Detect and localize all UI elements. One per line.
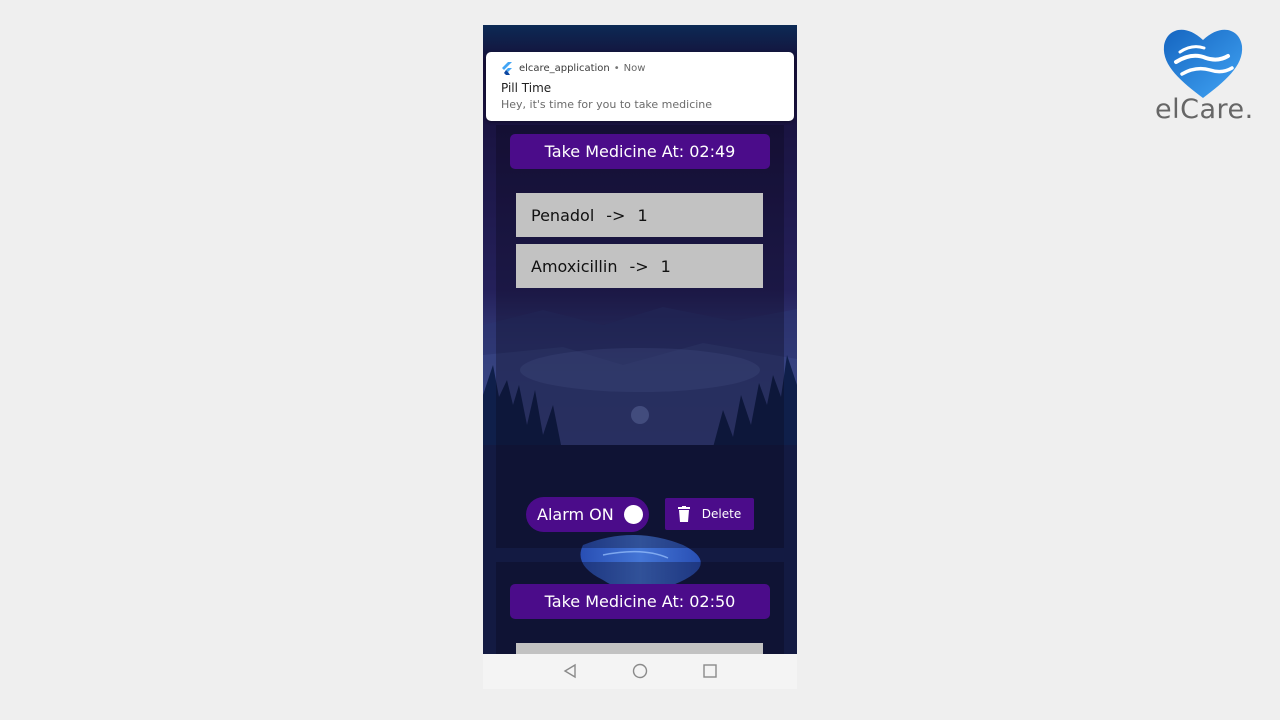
delete-button[interactable]: Delete bbox=[665, 498, 754, 530]
medicine-item[interactable]: Amoxicillin -> 1 bbox=[516, 244, 763, 288]
medicine-name: Penadol bbox=[531, 205, 595, 225]
flutter-icon bbox=[502, 61, 512, 75]
alarm-label: Alarm ON bbox=[537, 505, 614, 524]
notification-app-name: elcare_application bbox=[519, 62, 610, 74]
schedule-time-header: Take Medicine At: 02:49 bbox=[510, 134, 770, 169]
delete-label: Delete bbox=[701, 507, 742, 521]
android-navigation-bar bbox=[483, 654, 797, 689]
notification-separator: • bbox=[613, 62, 620, 74]
trash-icon bbox=[677, 506, 690, 522]
notification-body: Hey, it's time for you to take medicine bbox=[501, 98, 713, 111]
toggle-knob bbox=[624, 505, 643, 524]
medicine-item[interactable] bbox=[516, 643, 763, 654]
notification-card[interactable]: elcare_application • Now Pill Time Hey, … bbox=[486, 52, 794, 121]
notification-time: Now bbox=[623, 62, 646, 74]
alarm-toggle[interactable]: Alarm ON bbox=[526, 497, 649, 532]
notification-title: Pill Time bbox=[501, 81, 552, 95]
medicine-arrow: -> bbox=[629, 256, 649, 276]
schedule-time-header: Take Medicine At: 02:50 bbox=[510, 584, 770, 619]
elcare-logo: elCare. bbox=[1155, 22, 1255, 125]
medicine-arrow: -> bbox=[606, 205, 626, 225]
medicine-quantity: 1 bbox=[660, 256, 671, 276]
recents-square-icon[interactable] bbox=[702, 663, 718, 679]
heart-hands-icon bbox=[1163, 29, 1243, 98]
phone-screen: elcare_application • Now Pill Time Hey, … bbox=[483, 25, 797, 689]
back-triangle-icon[interactable] bbox=[562, 663, 578, 679]
notification-header: elcare_application • Now bbox=[501, 61, 645, 75]
home-circle-icon[interactable] bbox=[632, 663, 648, 679]
brand-wordmark: elCare. bbox=[1155, 94, 1254, 125]
medicine-name: Amoxicillin bbox=[531, 256, 618, 276]
medicine-item[interactable]: Penadol -> 1 bbox=[516, 193, 763, 237]
medicine-quantity: 1 bbox=[637, 205, 648, 225]
schedule-card-panel bbox=[496, 125, 784, 548]
